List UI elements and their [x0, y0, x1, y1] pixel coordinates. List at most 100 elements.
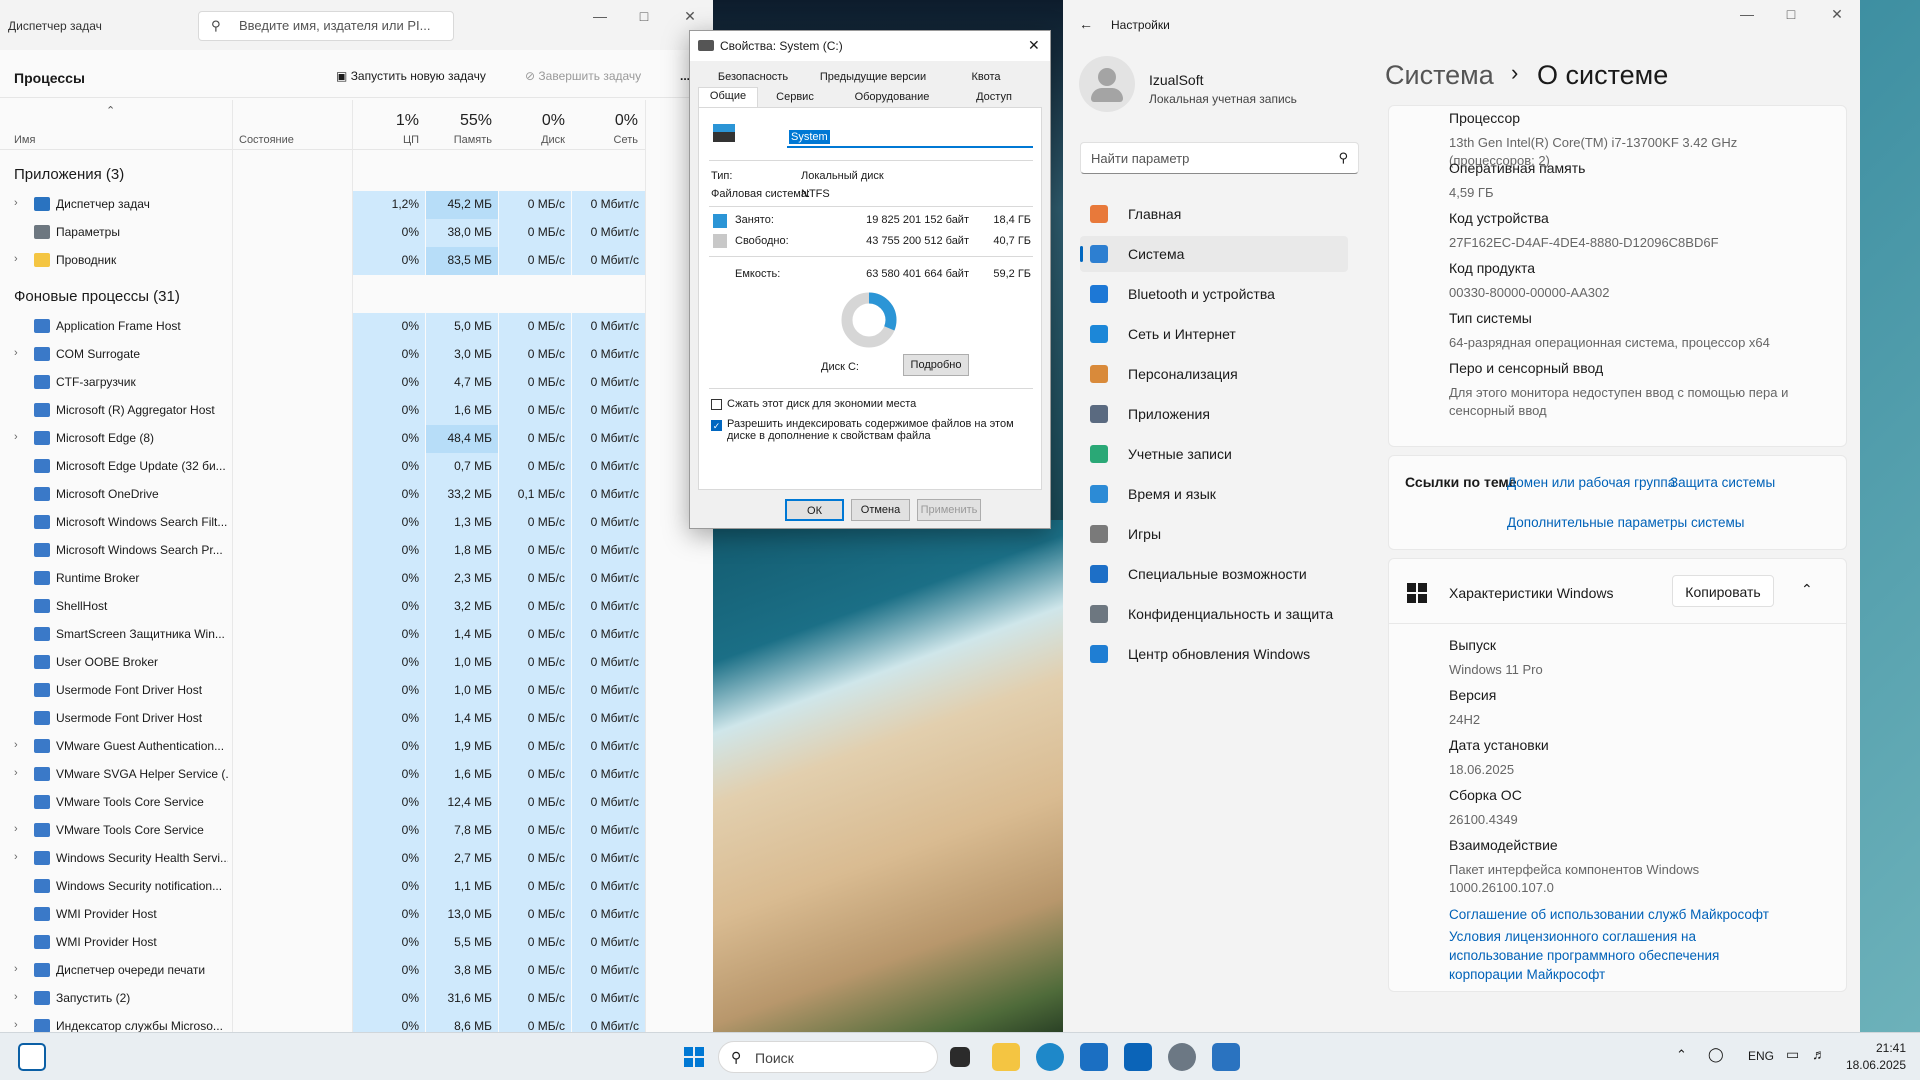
- expand-chevron-icon[interactable]: ›: [14, 1019, 18, 1031]
- back-arrow-icon[interactable]: ←: [1079, 16, 1093, 32]
- expand-chevron-icon[interactable]: ›: [14, 991, 18, 1003]
- expand-chevron-icon[interactable]: ›: [14, 253, 18, 265]
- link-domain[interactable]: Домен или рабочая группа: [1507, 475, 1675, 490]
- tab-service[interactable]: Сервис: [760, 89, 830, 107]
- tab-general[interactable]: Общие: [698, 87, 758, 109]
- tray-chevron-icon[interactable]: ⌃: [1676, 1047, 1687, 1063]
- spec-value[interactable]: Windows 11 Pro: [1449, 661, 1779, 679]
- process-row[interactable]: › VMware Tools Core Service 0% 7,8 МБ 0 МБ/с…: [0, 817, 645, 845]
- display-icon[interactable]: ▭: [1786, 1046, 1799, 1063]
- spec-value[interactable]: 27F162EC-D4AF-4DE4-8880-D12096C8BD6F: [1449, 234, 1799, 252]
- nav-item[interactable]: Сеть и Интернет: [1080, 316, 1348, 352]
- col-disk[interactable]: Диск: [499, 134, 565, 146]
- col-network[interactable]: Сеть: [572, 134, 638, 146]
- volume-icon[interactable]: ♬: [1812, 1046, 1826, 1062]
- nav-item[interactable]: Специальные возможности: [1080, 556, 1348, 592]
- process-row[interactable]: Runtime Broker 0% 2,3 МБ 0 МБ/с 0 Мбит/с: [0, 565, 645, 593]
- col-status[interactable]: Состояние: [239, 134, 294, 146]
- process-row[interactable]: Microsoft OneDrive 0% 33,2 МБ 0,1 МБ/с 0 Мби…: [0, 481, 645, 509]
- language-indicator[interactable]: ENG: [1748, 1049, 1774, 1063]
- close-button[interactable]: ✕: [680, 8, 700, 25]
- task-manager-icon[interactable]: [1212, 1043, 1240, 1071]
- process-row[interactable]: › Microsoft Edge (8) 0% 48,4 МБ 0 МБ/с 0 Мбит…: [0, 425, 645, 453]
- tab-sharing[interactable]: Доступ: [954, 89, 1034, 107]
- link-protection[interactable]: Защита системы: [1670, 475, 1775, 490]
- spec-value[interactable]: 24H2: [1449, 711, 1779, 729]
- breadcrumb-parent[interactable]: Система: [1385, 60, 1494, 91]
- link-advanced[interactable]: Дополнительные параметры системы: [1507, 515, 1745, 530]
- link-services-agreement[interactable]: Соглашение об использовании служб Майкро…: [1449, 907, 1769, 922]
- file-explorer-icon[interactable]: [992, 1043, 1020, 1071]
- settings-icon[interactable]: [1168, 1043, 1196, 1071]
- expand-chevron-icon[interactable]: ›: [14, 767, 18, 779]
- close-button[interactable]: ✕: [1827, 6, 1847, 23]
- background-group-header[interactable]: Фоновые процессы (31): [14, 288, 180, 305]
- outlook-icon[interactable]: [1124, 1043, 1152, 1071]
- expand-chevron-icon[interactable]: ›: [14, 739, 18, 751]
- collapse-chevron-icon[interactable]: ⌃: [1801, 581, 1813, 598]
- clock-time[interactable]: 21:41: [1846, 1041, 1906, 1055]
- process-row[interactable]: › Диспетчер очереди печати 0% 3,8 МБ 0 МБ/с 0…: [0, 957, 645, 985]
- process-row[interactable]: › Windows Security Health Servi... 0% 2,7 М…: [0, 845, 645, 873]
- spec-value[interactable]: Пакет интерфейса компонентов Windows 100…: [1449, 861, 1779, 897]
- process-row[interactable]: › Запустить (2) 0% 31,6 МБ 0 МБ/с 0 Мбит/с: [0, 985, 645, 1013]
- process-row[interactable]: › Диспетчер задач 1,2% 45,2 МБ 0 МБ/с 0 Мбит/…: [0, 191, 645, 219]
- run-new-task-button[interactable]: ▣ Запустить новую задачу: [336, 69, 486, 83]
- taskbar-search[interactable]: ⚲ Поиск: [718, 1041, 938, 1073]
- apply-button[interactable]: Применить: [917, 499, 981, 521]
- process-row[interactable]: Usermode Font Driver Host 0% 1,4 МБ 0 МБ/с 0…: [0, 705, 645, 733]
- process-row[interactable]: WMI Provider Host 0% 13,0 МБ 0 МБ/с 0 Мбит/с: [0, 901, 645, 929]
- settings-search-input[interactable]: Найти параметр ⚲: [1080, 142, 1359, 174]
- nav-item[interactable]: Bluetooth и устройства: [1080, 276, 1348, 312]
- tab-security[interactable]: Безопасность: [698, 69, 808, 87]
- nav-item[interactable]: Система: [1080, 236, 1348, 272]
- compress-checkbox[interactable]: [711, 399, 722, 410]
- nav-item[interactable]: Главная: [1080, 196, 1348, 232]
- store-icon[interactable]: [1080, 1043, 1108, 1071]
- details-button[interactable]: Подробно: [903, 354, 969, 376]
- taskview-widget-icon[interactable]: [18, 1043, 46, 1071]
- ok-button[interactable]: ОК: [785, 499, 844, 521]
- copy-button[interactable]: Копировать: [1672, 575, 1774, 607]
- spec-value[interactable]: 18.06.2025: [1449, 761, 1779, 779]
- spec-value[interactable]: 26100.4349: [1449, 811, 1779, 829]
- expand-chevron-icon[interactable]: ›: [14, 347, 18, 359]
- dialog-close-button[interactable]: ✕: [1028, 37, 1040, 54]
- cancel-button[interactable]: Отмена: [851, 499, 910, 521]
- tab-quota[interactable]: Квота: [938, 69, 1034, 87]
- process-row[interactable]: Microsoft Edge Update (32 би... 0% 0,7 МБ 0…: [0, 453, 645, 481]
- tab-hardware[interactable]: Оборудование: [830, 89, 954, 107]
- process-row[interactable]: VMware Tools Core Service 0% 12,4 МБ 0 МБ/с…: [0, 789, 645, 817]
- nav-item[interactable]: Центр обновления Windows: [1080, 636, 1348, 672]
- col-cpu[interactable]: ЦП: [353, 134, 419, 146]
- avatar[interactable]: [1079, 56, 1135, 112]
- edge-icon[interactable]: [1036, 1043, 1064, 1071]
- maximize-button[interactable]: □: [1781, 6, 1801, 22]
- tab-previous-versions[interactable]: Предыдущие версии: [808, 69, 938, 87]
- process-row[interactable]: › VMware Guest Authentication... 0% 1,9 МБ 0…: [0, 733, 645, 761]
- start-button[interactable]: [680, 1043, 708, 1071]
- apps-group-header[interactable]: Приложения (3): [14, 166, 124, 183]
- process-row[interactable]: ShellHost 0% 3,2 МБ 0 МБ/с 0 Мбит/с: [0, 593, 645, 621]
- nav-item[interactable]: Приложения: [1080, 396, 1348, 432]
- expand-chevron-icon[interactable]: ›: [14, 851, 18, 863]
- maximize-button[interactable]: □: [634, 8, 654, 24]
- spec-value[interactable]: 00330-80000-00000-AA302: [1449, 284, 1799, 302]
- process-row[interactable]: Application Frame Host 0% 5,0 МБ 0 МБ/с 0 Мб…: [0, 313, 645, 341]
- expand-chevron-icon[interactable]: ›: [14, 963, 18, 975]
- process-row[interactable]: › COM Surrogate 0% 3,0 МБ 0 МБ/с 0 Мбит/с: [0, 341, 645, 369]
- process-row[interactable]: Microsoft Windows Search Filt... 0% 1,3 МБ…: [0, 509, 645, 537]
- process-row[interactable]: Параметры 0% 38,0 МБ 0 МБ/с 0 Мбит/с: [0, 219, 645, 247]
- volume-label-input[interactable]: System: [787, 128, 1033, 148]
- process-row[interactable]: Microsoft Windows Search Pr... 0% 1,8 МБ 0 …: [0, 537, 645, 565]
- task-view-icon[interactable]: [950, 1047, 970, 1067]
- search-input[interactable]: ⚲ Введите имя, издателя или PI...: [198, 11, 454, 41]
- nav-item[interactable]: Конфиденциальность и защита: [1080, 596, 1348, 632]
- process-row[interactable]: WMI Provider Host 0% 5,5 МБ 0 МБ/с 0 Мбит/с: [0, 929, 645, 957]
- minimize-button[interactable]: —: [1737, 6, 1757, 22]
- link-license-terms[interactable]: Условия лицензионного соглашения на испо…: [1449, 927, 1769, 984]
- process-row[interactable]: Windows Security notification... 0% 1,1 МБ…: [0, 873, 645, 901]
- process-row[interactable]: Microsoft (R) Aggregator Host 0% 1,6 МБ 0 М…: [0, 397, 645, 425]
- nav-item[interactable]: Время и язык: [1080, 476, 1348, 512]
- expand-chevron-icon[interactable]: ›: [14, 823, 18, 835]
